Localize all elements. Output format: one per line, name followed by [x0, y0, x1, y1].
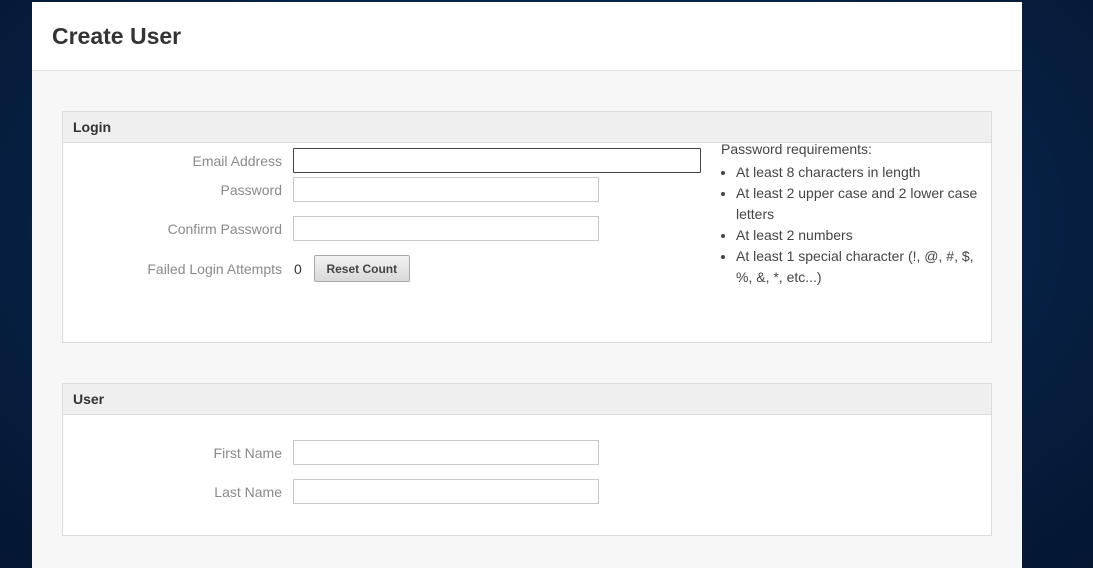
confirm-password-field[interactable] — [293, 216, 599, 241]
password-requirements: Password requirements: At least 8 charac… — [721, 139, 981, 288]
confirm-password-label: Confirm Password — [167, 220, 282, 237]
requirement-item: At least 1 special character (!, @, #, $… — [736, 246, 981, 288]
requirement-item: At least 2 numbers — [736, 225, 981, 246]
password-field[interactable] — [293, 177, 599, 202]
first-name-row: First Name — [63, 440, 599, 465]
create-user-dialog: Create User Login Email Address Password… — [32, 2, 1022, 568]
login-panel: Login Email Address Password Confirm Pas… — [62, 111, 992, 343]
email-row: Email Address — [63, 148, 701, 173]
failed-attempts-label: Failed Login Attempts — [147, 260, 282, 277]
requirement-item: At least 2 upper case and 2 lower case l… — [736, 183, 981, 225]
failed-attempts-count: 0 — [294, 260, 302, 277]
password-requirements-title: Password requirements: — [721, 141, 872, 157]
user-panel-heading: User — [63, 384, 991, 415]
password-row: Password — [63, 177, 599, 202]
last-name-label: Last Name — [214, 483, 282, 500]
page-title: Create User — [52, 22, 182, 49]
requirement-item: At least 8 characters in length — [736, 162, 981, 183]
reset-count-button[interactable]: Reset Count — [313, 255, 410, 282]
confirm-password-row: Confirm Password — [63, 216, 599, 241]
user-panel: User First Name Last Name — [62, 383, 992, 536]
email-label: Email Address — [192, 152, 282, 169]
email-field[interactable] — [293, 148, 701, 173]
first-name-label: First Name — [213, 444, 282, 461]
failed-attempts-row: Failed Login Attempts 0 Reset Count — [63, 254, 410, 283]
password-requirements-list: At least 8 characters in length At least… — [736, 162, 981, 288]
first-name-field[interactable] — [293, 440, 599, 465]
last-name-field[interactable] — [293, 479, 599, 504]
last-name-row: Last Name — [63, 479, 599, 504]
dialog-header: Create User — [32, 2, 1022, 71]
password-label: Password — [220, 181, 282, 198]
